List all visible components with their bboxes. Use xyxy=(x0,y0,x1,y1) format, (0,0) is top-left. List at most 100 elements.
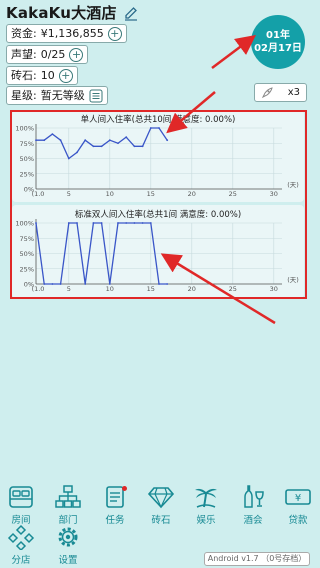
data-point xyxy=(108,139,111,142)
svg-text:¥: ¥ xyxy=(295,493,301,504)
funds-value: ¥1,136,855 xyxy=(40,27,104,40)
data-point xyxy=(51,283,54,285)
reputation-label: 声望: xyxy=(11,48,37,61)
y-tick-label: 100% xyxy=(15,125,34,133)
star-box: 星级: 暂无等级 xyxy=(6,86,108,105)
list-icon[interactable] xyxy=(89,89,103,103)
data-point xyxy=(100,145,103,148)
x-tick-label: 20 xyxy=(188,190,196,198)
data-point xyxy=(76,151,78,154)
x-tick-label: (1.0 xyxy=(32,190,45,198)
nav-label-branches: 分店 xyxy=(11,555,31,566)
y-tick-label: 75% xyxy=(20,235,34,243)
data-point xyxy=(59,139,62,142)
nav-label-diamonds: 砖石 xyxy=(151,515,171,526)
x-tick-label: 15 xyxy=(147,285,155,293)
data-point xyxy=(133,222,136,224)
data-point xyxy=(92,222,95,224)
nav-item-entertainment[interactable]: 娱乐 xyxy=(188,484,224,526)
nav-label-loan: 贷款 xyxy=(288,515,308,526)
bricks-value: 10 xyxy=(40,69,55,82)
reputation-value: 0/25 xyxy=(40,48,66,61)
single-room-chart-panel: 单人间入住率(总共10间 满意度: 0.00%) 0% 25% 50% 75% 100%… xyxy=(12,110,304,202)
nav-label-entertainment: 娱乐 xyxy=(196,515,216,526)
date-badge[interactable]: 01年 02月17日 xyxy=(251,15,305,69)
nav-item-loan[interactable]: ¥ 贷款 xyxy=(280,484,316,526)
task-notification-dot xyxy=(122,486,127,491)
nav-label-settings: 设置 xyxy=(58,555,78,566)
data-point xyxy=(166,139,169,142)
gear-icon xyxy=(58,527,78,547)
data-point xyxy=(67,222,70,224)
x-tick-label: 30 xyxy=(270,285,278,293)
data-point xyxy=(43,139,46,142)
data-point xyxy=(35,139,37,142)
x-tick-label: 5 xyxy=(67,190,71,198)
y-tick-label: 25% xyxy=(20,170,34,178)
x-tick-label: 30 xyxy=(270,190,278,198)
speed-button[interactable]: x3 xyxy=(254,83,307,102)
data-point xyxy=(149,222,152,224)
branch-icon xyxy=(7,524,35,550)
rocket-icon xyxy=(261,86,273,98)
nav-label-party: 酒会 xyxy=(243,515,263,526)
x-axis-label: (天) xyxy=(287,181,299,189)
data-point xyxy=(43,283,46,285)
y-tick-label: 100% xyxy=(15,220,34,228)
data-point xyxy=(158,283,160,285)
data-point xyxy=(117,222,119,224)
data-point xyxy=(84,283,87,285)
add-bricks-button[interactable]: + xyxy=(58,68,73,83)
edit-pencil-icon[interactable] xyxy=(123,5,139,21)
x-tick-label: 10 xyxy=(106,285,114,293)
nav-item-settings[interactable]: 设置 xyxy=(50,524,86,566)
x-tick-label: 5 xyxy=(67,285,71,293)
add-reputation-button[interactable]: + xyxy=(69,47,84,62)
x-axis-label: (天) xyxy=(287,276,299,284)
data-point xyxy=(158,127,160,129)
org-chart-icon xyxy=(55,485,81,508)
bed-icon xyxy=(9,486,33,508)
y-tick-label: 25% xyxy=(20,265,34,273)
hotel-name: KakaKu大酒店 xyxy=(6,4,117,22)
data-point xyxy=(67,157,70,160)
add-funds-button[interactable]: + xyxy=(107,26,122,41)
data-point xyxy=(141,222,144,224)
data-point xyxy=(35,222,37,224)
x-tick-label: 15 xyxy=(147,190,155,198)
data-point xyxy=(92,145,95,148)
y-tick-label: 75% xyxy=(20,140,34,148)
date-year: 01年 xyxy=(266,30,290,41)
nav-item-branches[interactable]: 分店 xyxy=(3,524,39,566)
version-label: Android v1.7 （0号存档） xyxy=(204,552,310,566)
funds-box: 资金: ¥1,136,855 + xyxy=(6,24,127,43)
data-point xyxy=(125,136,128,139)
x-tick-label: (1.0 xyxy=(32,285,45,293)
x-tick-label: 20 xyxy=(188,285,196,293)
funds-label: 资金: xyxy=(11,27,37,40)
star-label: 星级: xyxy=(11,89,37,102)
double-room-chart-panel: 标准双人间入住率(总共1间 满意度: 0.00%) 0% 25% 50% 75% 100… xyxy=(12,205,304,298)
y-tick-label: 50% xyxy=(20,250,34,258)
reputation-box: 声望: 0/25 + xyxy=(6,45,89,64)
data-point xyxy=(51,133,54,135)
nav-item-rooms[interactable]: 房间 xyxy=(3,484,39,526)
data-point xyxy=(149,127,152,129)
nav-item-tasks[interactable]: 任务 xyxy=(97,484,133,526)
nav-item-departments[interactable]: 部门 xyxy=(50,484,86,526)
data-point xyxy=(166,283,169,285)
star-value: 暂无等级 xyxy=(40,89,85,102)
date-day: 02月17日 xyxy=(254,43,302,54)
single-room-occupancy-chart: 0%25%50%75%100%(1.0 5 10 15 20 25 30(天) xyxy=(15,124,299,198)
palm-tree-icon xyxy=(195,488,217,508)
double-room-occupancy-chart: 0%25%50%75%100%(1.0 5 10 15 20 25 30(天) xyxy=(15,219,299,293)
money-icon: ¥ xyxy=(285,489,311,505)
nav-item-diamonds[interactable]: 砖石 xyxy=(143,484,179,526)
data-point xyxy=(76,222,78,224)
data-point xyxy=(117,142,119,145)
x-tick-label: 25 xyxy=(229,190,237,198)
diamond-icon xyxy=(147,487,175,509)
data-point xyxy=(125,222,128,224)
arrow-to-date xyxy=(211,35,256,69)
nav-item-party[interactable]: 酒会 xyxy=(235,484,271,526)
